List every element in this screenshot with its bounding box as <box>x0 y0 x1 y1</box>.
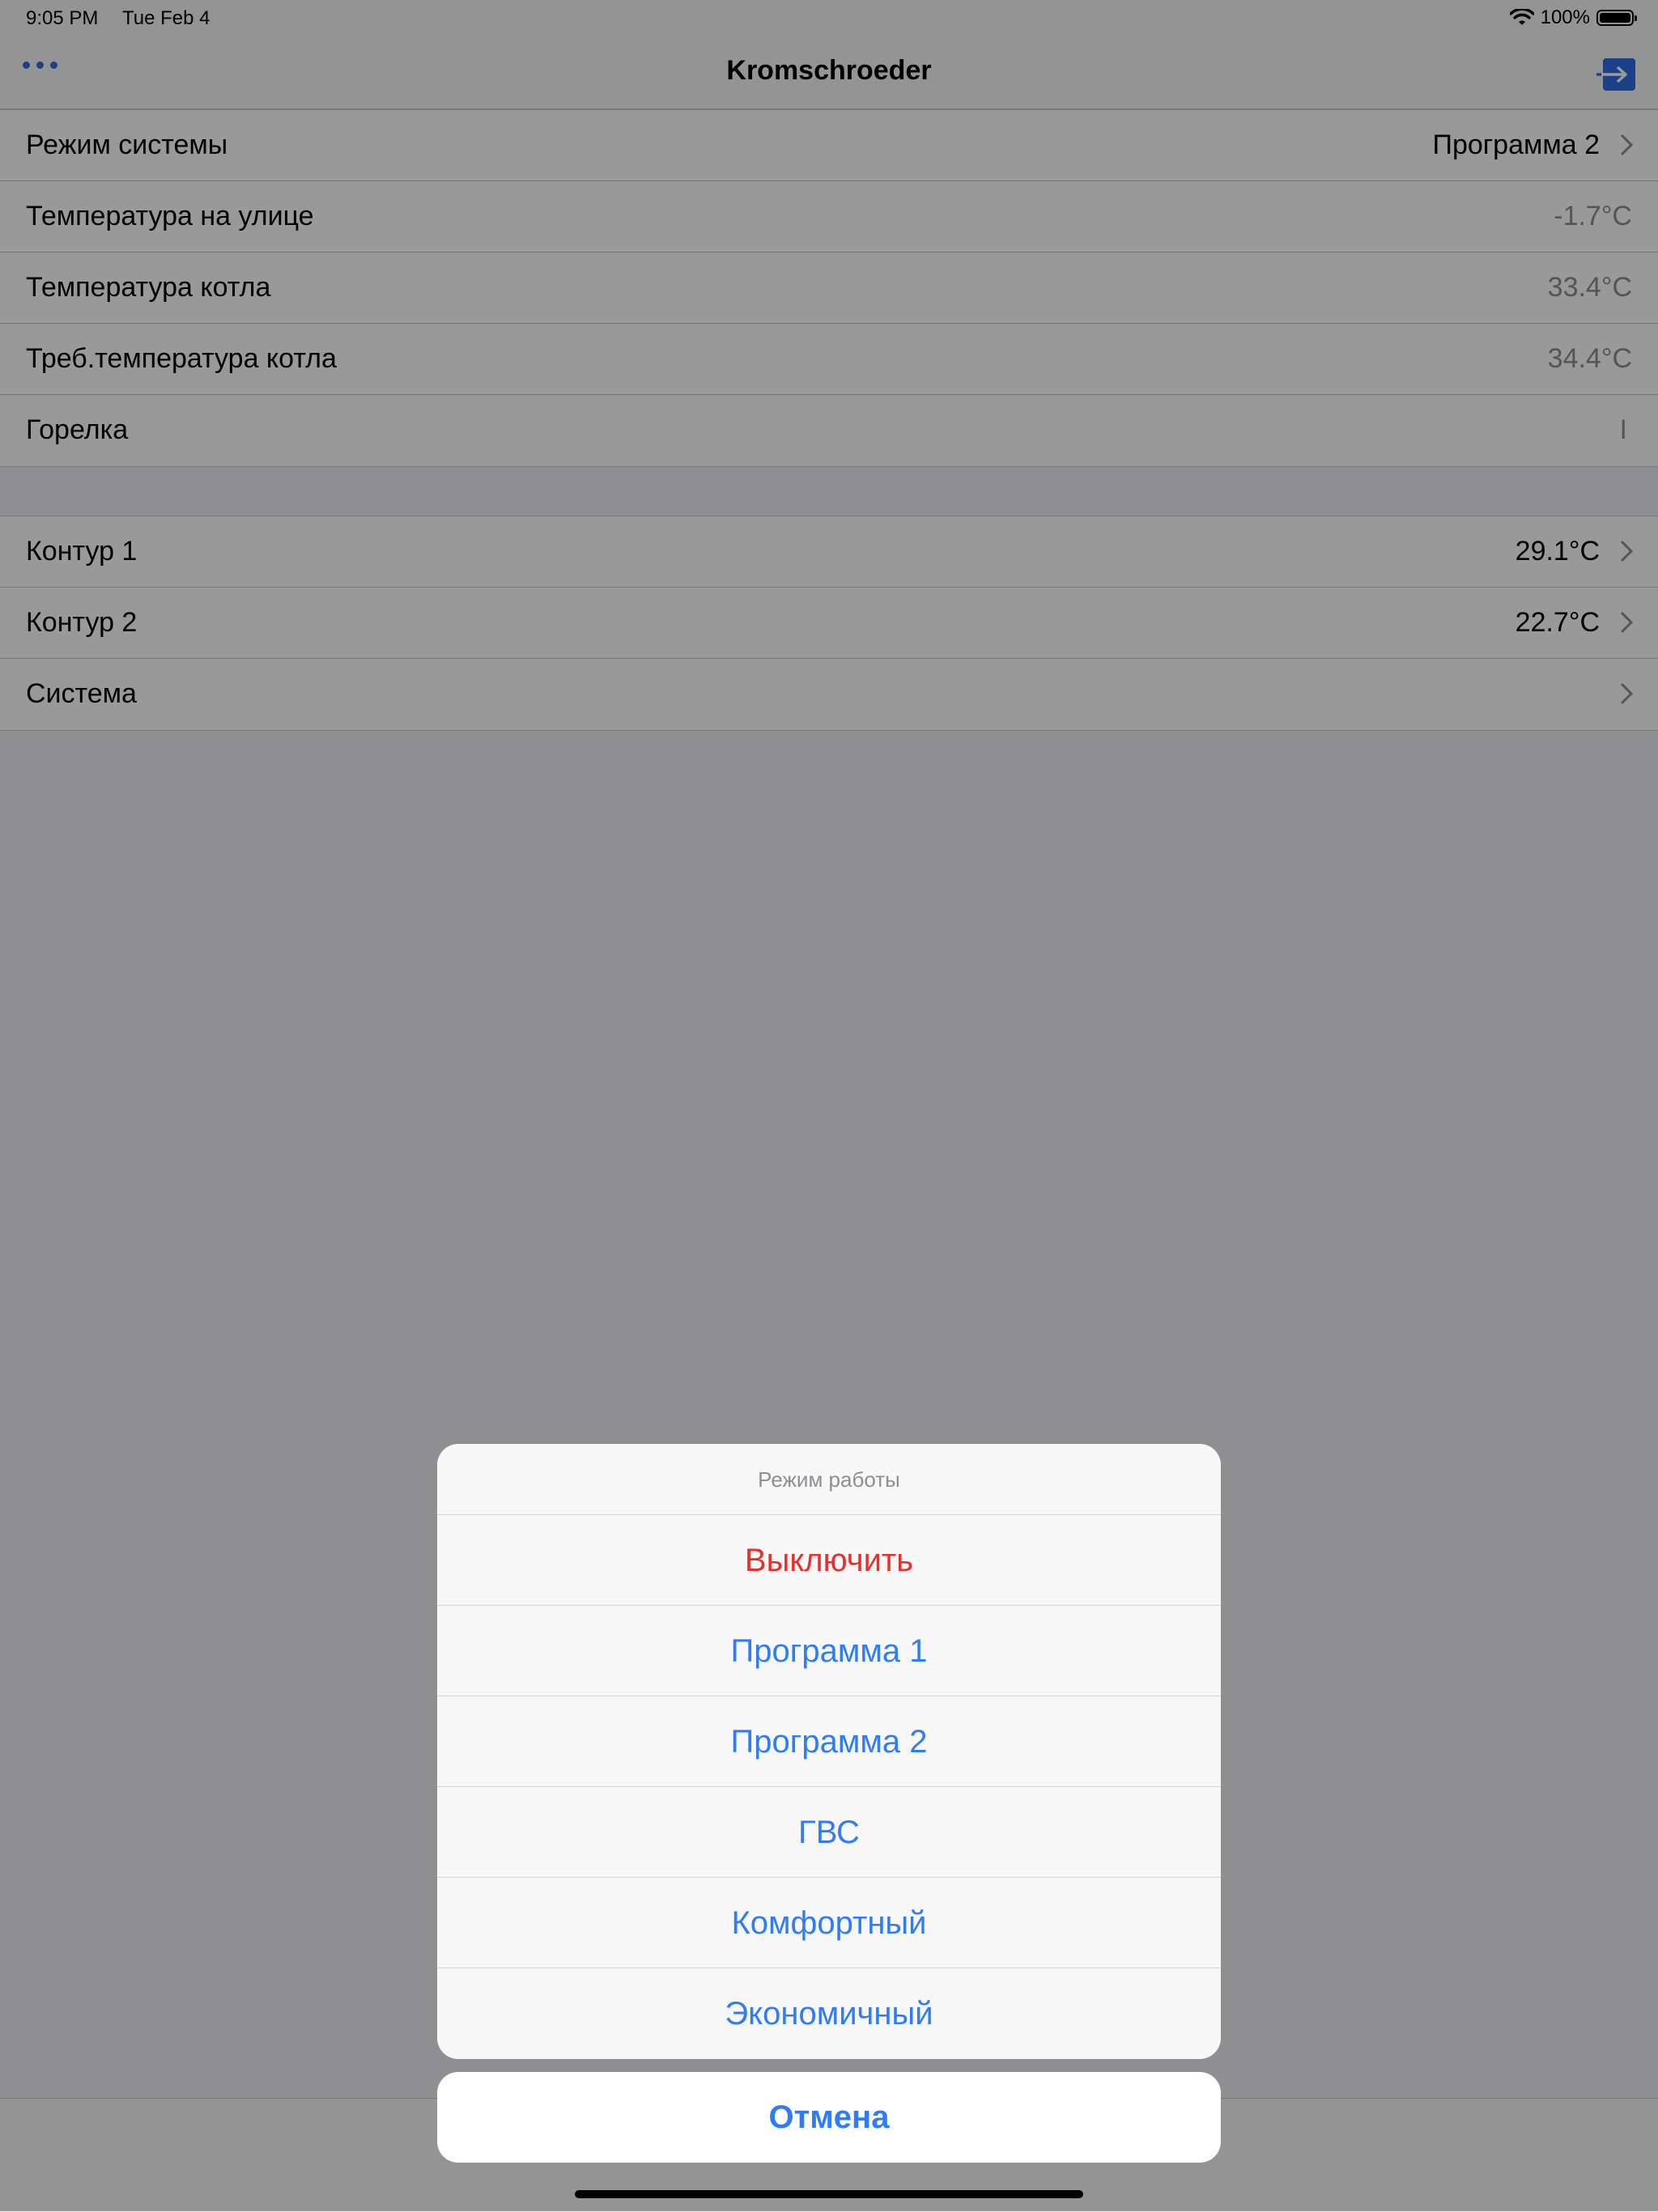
cancel-button[interactable]: Отмена <box>437 2072 1221 2163</box>
home-indicator <box>575 2190 1083 2198</box>
option-turn-off-button[interactable]: Выключить <box>437 1515 1221 1606</box>
action-sheet: Режим работы Выключить Программа 1 Прогр… <box>437 1444 1221 2059</box>
option-comfort-button[interactable]: Комфортный <box>437 1878 1221 1968</box>
option-program-2-button[interactable]: Программа 2 <box>437 1696 1221 1787</box>
option-dhw-button[interactable]: ГВС <box>437 1787 1221 1878</box>
action-sheet-title: Режим работы <box>437 1444 1221 1515</box>
option-economy-button[interactable]: Экономичный <box>437 1968 1221 2059</box>
option-program-1-button[interactable]: Программа 1 <box>437 1606 1221 1696</box>
